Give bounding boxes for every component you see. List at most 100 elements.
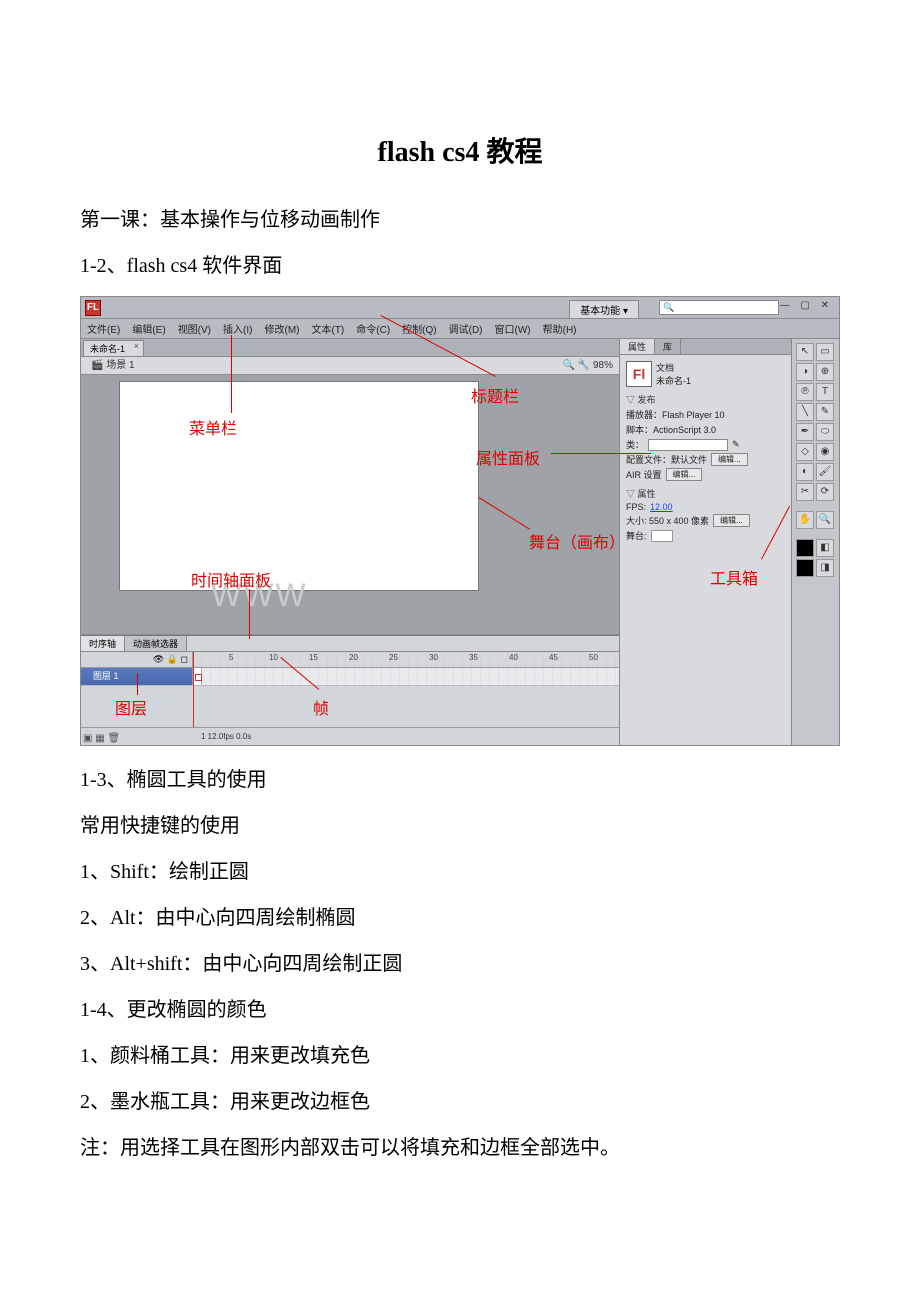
section-publish[interactable]: 发布: [626, 393, 785, 406]
menu-window[interactable]: 窗口(W): [495, 321, 531, 336]
fps-value[interactable]: 12.00: [650, 502, 673, 512]
script-row: 脚本：ActionScript 3.0: [626, 423, 785, 436]
rect-tool-icon[interactable]: ◇: [796, 443, 814, 461]
annotation-titlebar: 标题栏: [471, 383, 519, 407]
section-1-3: 1-3、椭圆工具的使用: [80, 760, 840, 800]
playhead[interactable]: [193, 652, 194, 727]
shortcut-item: 3、Alt+shift：由中心向四周绘制正圆: [80, 944, 840, 984]
hand-tool-icon[interactable]: ✋: [796, 511, 814, 529]
eraser-tool-icon[interactable]: ⟳: [816, 483, 834, 501]
edit-air-button[interactable]: 编辑...: [666, 468, 703, 481]
stage-wrap: [81, 375, 621, 635]
stage-bg-swatch[interactable]: [651, 530, 673, 542]
annotation-line: [137, 673, 138, 695]
properties-panel: 属性 库 Fl 文档 未命名-1 发布 播放器：Flash Player 10 …: [619, 339, 791, 745]
annotation-menubar: 菜单栏: [189, 415, 237, 439]
stroke-swatch[interactable]: [796, 539, 814, 557]
menu-text[interactable]: 文本(T): [311, 321, 344, 336]
lasso-tool-icon[interactable]: ℗: [796, 383, 814, 401]
timeline-tab-motion[interactable]: 动画帧选器: [125, 636, 187, 651]
timeline-tabs: 时序轴 动画帧选器: [81, 636, 621, 652]
edit-profile-button[interactable]: 编辑...: [711, 453, 748, 466]
tick: 35: [469, 653, 478, 662]
menu-debug[interactable]: 调试(D): [449, 321, 483, 336]
menu-edit[interactable]: 编辑(E): [132, 321, 165, 336]
pencil-icon[interactable]: ✎: [732, 439, 740, 450]
layer-row[interactable]: 图层 1: [81, 668, 621, 686]
keyframe-1[interactable]: [193, 668, 202, 685]
class-field[interactable]: [648, 439, 728, 451]
line-tool-icon[interactable]: ╲: [796, 403, 814, 421]
annotation-props: 属性面板: [476, 445, 540, 469]
tool-item: 1、颜料桶工具：用来更改填充色: [80, 1036, 840, 1076]
air-label: AIR 设置: [626, 468, 662, 481]
timeline-panel: 时序轴 动画帧选器 👁 🔒 ◻ 5 10 15 20 25 30 35 40 4…: [81, 635, 621, 745]
zoom-tool-icon[interactable]: 🔍: [816, 511, 834, 529]
tick: 20: [349, 653, 358, 662]
doc-type-label: 文档: [656, 361, 691, 374]
subselection-tool-icon[interactable]: ▭: [816, 343, 834, 361]
shortcut-heading: 常用快捷键的使用: [80, 806, 840, 846]
props-body: Fl 文档 未命名-1 发布 播放器：Flash Player 10 脚本：Ac…: [620, 355, 791, 548]
layer-head-glyphs: 👁 🔒 ◻: [81, 652, 193, 667]
fps-label: FPS:: [626, 502, 646, 512]
section-props[interactable]: 属性: [626, 487, 785, 500]
doc-icon: Fl: [626, 361, 652, 387]
shortcut-item: 2、Alt：由中心向四周绘制椭圆: [80, 898, 840, 938]
annotation-line: [231, 335, 232, 413]
tab-properties[interactable]: 属性: [620, 339, 655, 354]
annotation-stage: 舞台（画布）: [529, 529, 625, 553]
annotation-line: [249, 589, 250, 639]
menu-view[interactable]: 视图(V): [178, 321, 211, 336]
stroke-icon[interactable]: ◧: [816, 539, 834, 557]
annotation-layer: 图层: [115, 695, 147, 719]
fill-swatch[interactable]: [796, 559, 814, 577]
zoom-control[interactable]: 🔍 🔧 98%: [563, 357, 621, 374]
layer-add-icon[interactable]: ▣ ▦ 🗑: [83, 733, 120, 744]
pen-tool-icon[interactable]: ✒: [796, 423, 814, 441]
tool-item: 2、墨水瓶工具：用来更改边框色: [80, 1082, 840, 1122]
tick: 50: [589, 653, 598, 662]
brush-tool-icon[interactable]: 🖌: [816, 463, 834, 481]
titlebar: FL 基本功能 ▾ 🔍 — ▢ ✕: [81, 297, 839, 319]
bone-tool-icon[interactable]: ◐: [796, 463, 814, 481]
timeline-status: 1 12.0fps 0.0s: [81, 727, 621, 745]
3d-tool-icon[interactable]: ⊕: [816, 363, 834, 381]
search-input[interactable]: 🔍: [659, 300, 779, 315]
menu-file[interactable]: 文件(E): [87, 321, 120, 336]
stage-canvas[interactable]: [119, 381, 479, 591]
text-tool-icon[interactable]: T: [816, 383, 834, 401]
annotation-toolbox: 工具箱: [710, 565, 758, 589]
stage-bg-label: 舞台:: [626, 529, 647, 542]
pencil-tool-icon[interactable]: ✎: [816, 403, 834, 421]
note-item: 注：用选择工具在图形内部双击可以将填充和边框全部选中。: [80, 1128, 840, 1168]
tick: 45: [549, 653, 558, 662]
tick: 40: [509, 653, 518, 662]
class-label: 类：: [626, 438, 644, 451]
window-controls[interactable]: — ▢ ✕: [780, 300, 833, 311]
tick: 15: [309, 653, 318, 662]
eyedrop-tool-icon[interactable]: ✂: [796, 483, 814, 501]
menu-help[interactable]: 帮助(H): [543, 321, 577, 336]
section-1-2: 1-2、flash cs4 软件界面: [80, 246, 840, 286]
edit-size-button[interactable]: 编辑...: [713, 514, 750, 527]
tick: 10: [269, 653, 278, 662]
menu-insert[interactable]: 插入(I): [223, 321, 252, 336]
free-transform-tool-icon[interactable]: ◑: [796, 363, 814, 381]
oval-tool-icon[interactable]: ⬭: [816, 423, 834, 441]
selection-tool-icon[interactable]: ↖: [796, 343, 814, 361]
menubar: 文件(E) 编辑(E) 视图(V) 插入(I) 修改(M) 文本(T) 命令(C…: [81, 319, 839, 339]
frame-ruler[interactable]: 5 10 15 20 25 30 35 40 45 50 55: [193, 652, 621, 667]
fill-icon[interactable]: ◨: [816, 559, 834, 577]
props-tabrow: 属性 库: [620, 339, 791, 355]
timeline-head: 👁 🔒 ◻ 5 10 15 20 25 30 35 40 45 50 55: [81, 652, 621, 668]
doc-tab[interactable]: 未命名-1: [83, 340, 144, 357]
frame-strip[interactable]: [193, 668, 621, 685]
deco-tool-icon[interactable]: ◉: [816, 443, 834, 461]
menu-modify[interactable]: 修改(M): [264, 321, 299, 336]
flash-logo-icon: FL: [85, 300, 101, 316]
timeline-tab-main[interactable]: 时序轴: [81, 636, 125, 651]
menu-cmd[interactable]: 命令(C): [356, 321, 390, 336]
workspace-switcher[interactable]: 基本功能 ▾: [569, 300, 639, 319]
tab-library[interactable]: 库: [655, 339, 681, 354]
